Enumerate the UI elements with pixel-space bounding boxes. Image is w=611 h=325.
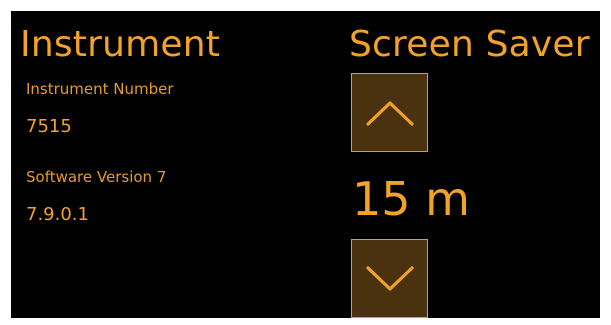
- chevron-up-icon: [365, 100, 414, 126]
- screen-saver-section-title: Screen Saver: [349, 24, 590, 65]
- screen-saver-timeout-value: 15 m: [352, 172, 470, 226]
- instrument-number-value: 7515: [26, 116, 72, 137]
- screen-panel: Instrument Instrument Number 7515 Softwa…: [11, 11, 600, 318]
- instrument-number-label: Instrument Number: [26, 80, 174, 98]
- software-version-value: 7.9.0.1: [26, 204, 89, 225]
- screen-saver-decrease-button[interactable]: [351, 239, 428, 318]
- chevron-down-icon: [365, 265, 414, 291]
- instrument-section-title: Instrument: [20, 24, 221, 65]
- screen-saver-increase-button[interactable]: [351, 73, 428, 152]
- software-version-label: Software Version 7: [26, 168, 167, 186]
